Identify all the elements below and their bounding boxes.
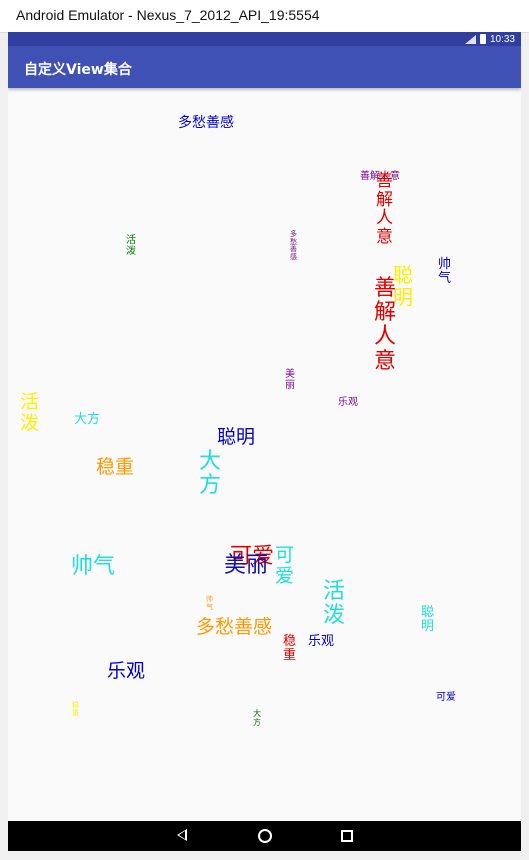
app-bar: 自定义View集合 xyxy=(8,46,521,88)
word-tag[interactable]: 善解人意 xyxy=(374,276,396,374)
word-tag[interactable]: 多愁善感 xyxy=(178,116,234,130)
word-tag[interactable]: 乐观 xyxy=(107,662,145,681)
back-triangle-icon[interactable] xyxy=(177,829,187,841)
battery-icon xyxy=(479,34,486,44)
word-tag[interactable]: 大方 xyxy=(253,709,261,728)
word-tag[interactable]: 聪明 xyxy=(217,428,255,447)
app-title: 自定义View集合 xyxy=(24,62,132,78)
word-tag[interactable]: 乐观 xyxy=(308,635,334,648)
device-screen: 10:33 自定义View集合 多愁善感 善解人意 善解人意 活泼 多愁善感 帅… xyxy=(8,32,521,851)
signal-icon xyxy=(464,34,476,44)
word-tag[interactable]: 多愁善感 xyxy=(196,618,272,637)
word-tag[interactable]: 乐观 xyxy=(338,398,358,408)
word-tag[interactable]: 活泼 xyxy=(20,392,39,434)
word-tag[interactable]: 善解人意 xyxy=(376,172,393,247)
word-cloud-view[interactable]: 多愁善感 善解人意 善解人意 活泼 多愁善感 帅气 聪明 善解人意 美丽 乐观 … xyxy=(8,88,521,821)
word-tag[interactable]: 大方 xyxy=(199,449,221,498)
status-time: 10:33 xyxy=(489,33,515,45)
word-tag[interactable]: 稳重 xyxy=(283,634,296,664)
emulator-title-bar: Android Emulator - Nexus_7_2012_API_19:5… xyxy=(0,0,529,33)
window-title: Android Emulator - Nexus_7_2012_API_19:5… xyxy=(16,7,320,23)
word-tag[interactable]: 帅气 xyxy=(71,556,115,578)
word-tag[interactable]: 活泼 xyxy=(126,235,136,257)
word-tag[interactable]: 可爱 xyxy=(275,545,294,587)
word-tag[interactable]: 活泼 xyxy=(323,579,345,628)
recents-square-icon[interactable] xyxy=(341,830,353,842)
word-tag[interactable]: 多愁善感 xyxy=(290,230,297,262)
status-bar: 10:33 xyxy=(8,32,521,46)
word-tag[interactable]: 帅气 xyxy=(438,257,451,287)
navigation-bar xyxy=(8,821,521,851)
word-tag[interactable]: 美丽 xyxy=(285,369,295,391)
status-icons: 10:33 xyxy=(464,32,515,46)
word-tag[interactable]: 帅气 xyxy=(206,595,213,611)
word-tag[interactable]: 稳重 xyxy=(96,458,134,477)
word-tag[interactable]: 稳重 xyxy=(72,701,79,717)
home-circle-icon[interactable] xyxy=(258,829,272,843)
word-tag[interactable]: 聪明 xyxy=(421,605,434,635)
word-tag[interactable]: 美丽 xyxy=(224,555,268,577)
word-tag[interactable]: 大方 xyxy=(74,413,100,426)
word-tag[interactable]: 可爱 xyxy=(436,693,456,703)
